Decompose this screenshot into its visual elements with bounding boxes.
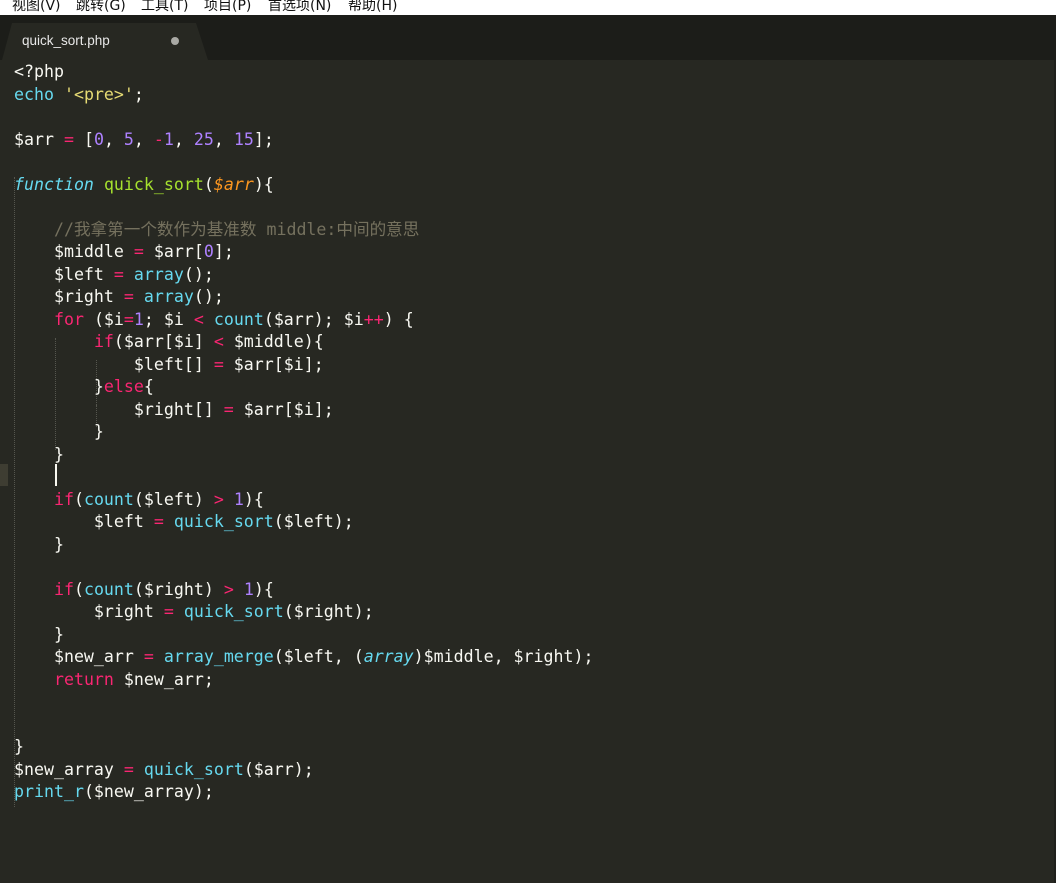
code-line: } [14,422,104,441]
code-line: for ($i=1; $i < count($arr); $i++) { [53,309,414,329]
code-line: $middle = $arr[0]; [14,242,234,261]
menu-bar: 视图(V) 跳转(G) 工具(T) 项目(P) 首选项(N) 帮助(H) [0,0,1056,15]
code-line: $left = quick_sort($left); [14,512,354,531]
code-line: }else{ [14,377,154,396]
tab-bar: quick_sort.php [0,15,1056,60]
code-comment: //我拿第一个数作为基准数 middle:中间的意思 [53,219,420,239]
code-line: if($arr[$i] < $middle){ [93,332,324,351]
unsaved-dot-icon[interactable] [171,37,179,45]
code-line: } [14,737,24,756]
code-line: $right = quick_sort($right); [14,602,374,621]
code-line: $new_arr = array_merge($left, (array)$mi… [14,647,594,666]
code-line: <?php [14,62,64,81]
tab-quick-sort[interactable]: quick_sort.php [2,23,208,60]
menu-preferences[interactable]: 首选项(N) [268,0,331,15]
menu-view[interactable]: 视图(V) [12,0,61,15]
menu-tools[interactable]: 工具(T) [141,0,188,15]
code-text[interactable]: <?php echo '<pre>'; $arr = [0, 5, -1, 25… [14,61,593,804]
code-line: $right[] = $arr[$i]; [14,399,334,419]
code-line: //我拿第一个数作为基准数 middle:中间的意思 [14,220,419,239]
code-line: } [14,534,64,554]
code-line: } [14,444,64,464]
current-line-marker [0,464,8,486]
code-line: print_r($new_array); [14,782,214,801]
code-editor[interactable]: <?php echo '<pre>'; $arr = [0, 5, -1, 25… [0,60,1056,883]
code-line: function quick_sort($arr){ [14,174,274,194]
code-line: $new_array = quick_sort($arr); [14,759,314,779]
code-line: $left[] = $arr[$i]; [14,354,324,374]
code-line: $right = array(); [14,287,224,306]
code-line: $arr = [0, 5, -1, 25, 15]; [14,129,274,149]
code-line: return $new_arr; [53,669,214,689]
code-line: } [14,624,64,644]
code-line: if(count($right) > 1){ [53,579,274,599]
code-line: $left = array(); [14,264,214,284]
code-line: if(count($left) > 1){ [53,489,264,509]
menu-help[interactable]: 帮助(H) [348,0,397,15]
menu-goto[interactable]: 跳转(G) [76,0,126,15]
tab-title: quick_sort.php [22,33,110,48]
menu-project[interactable]: 项目(P) [204,0,251,15]
code-line: echo '<pre>'; [14,84,144,104]
